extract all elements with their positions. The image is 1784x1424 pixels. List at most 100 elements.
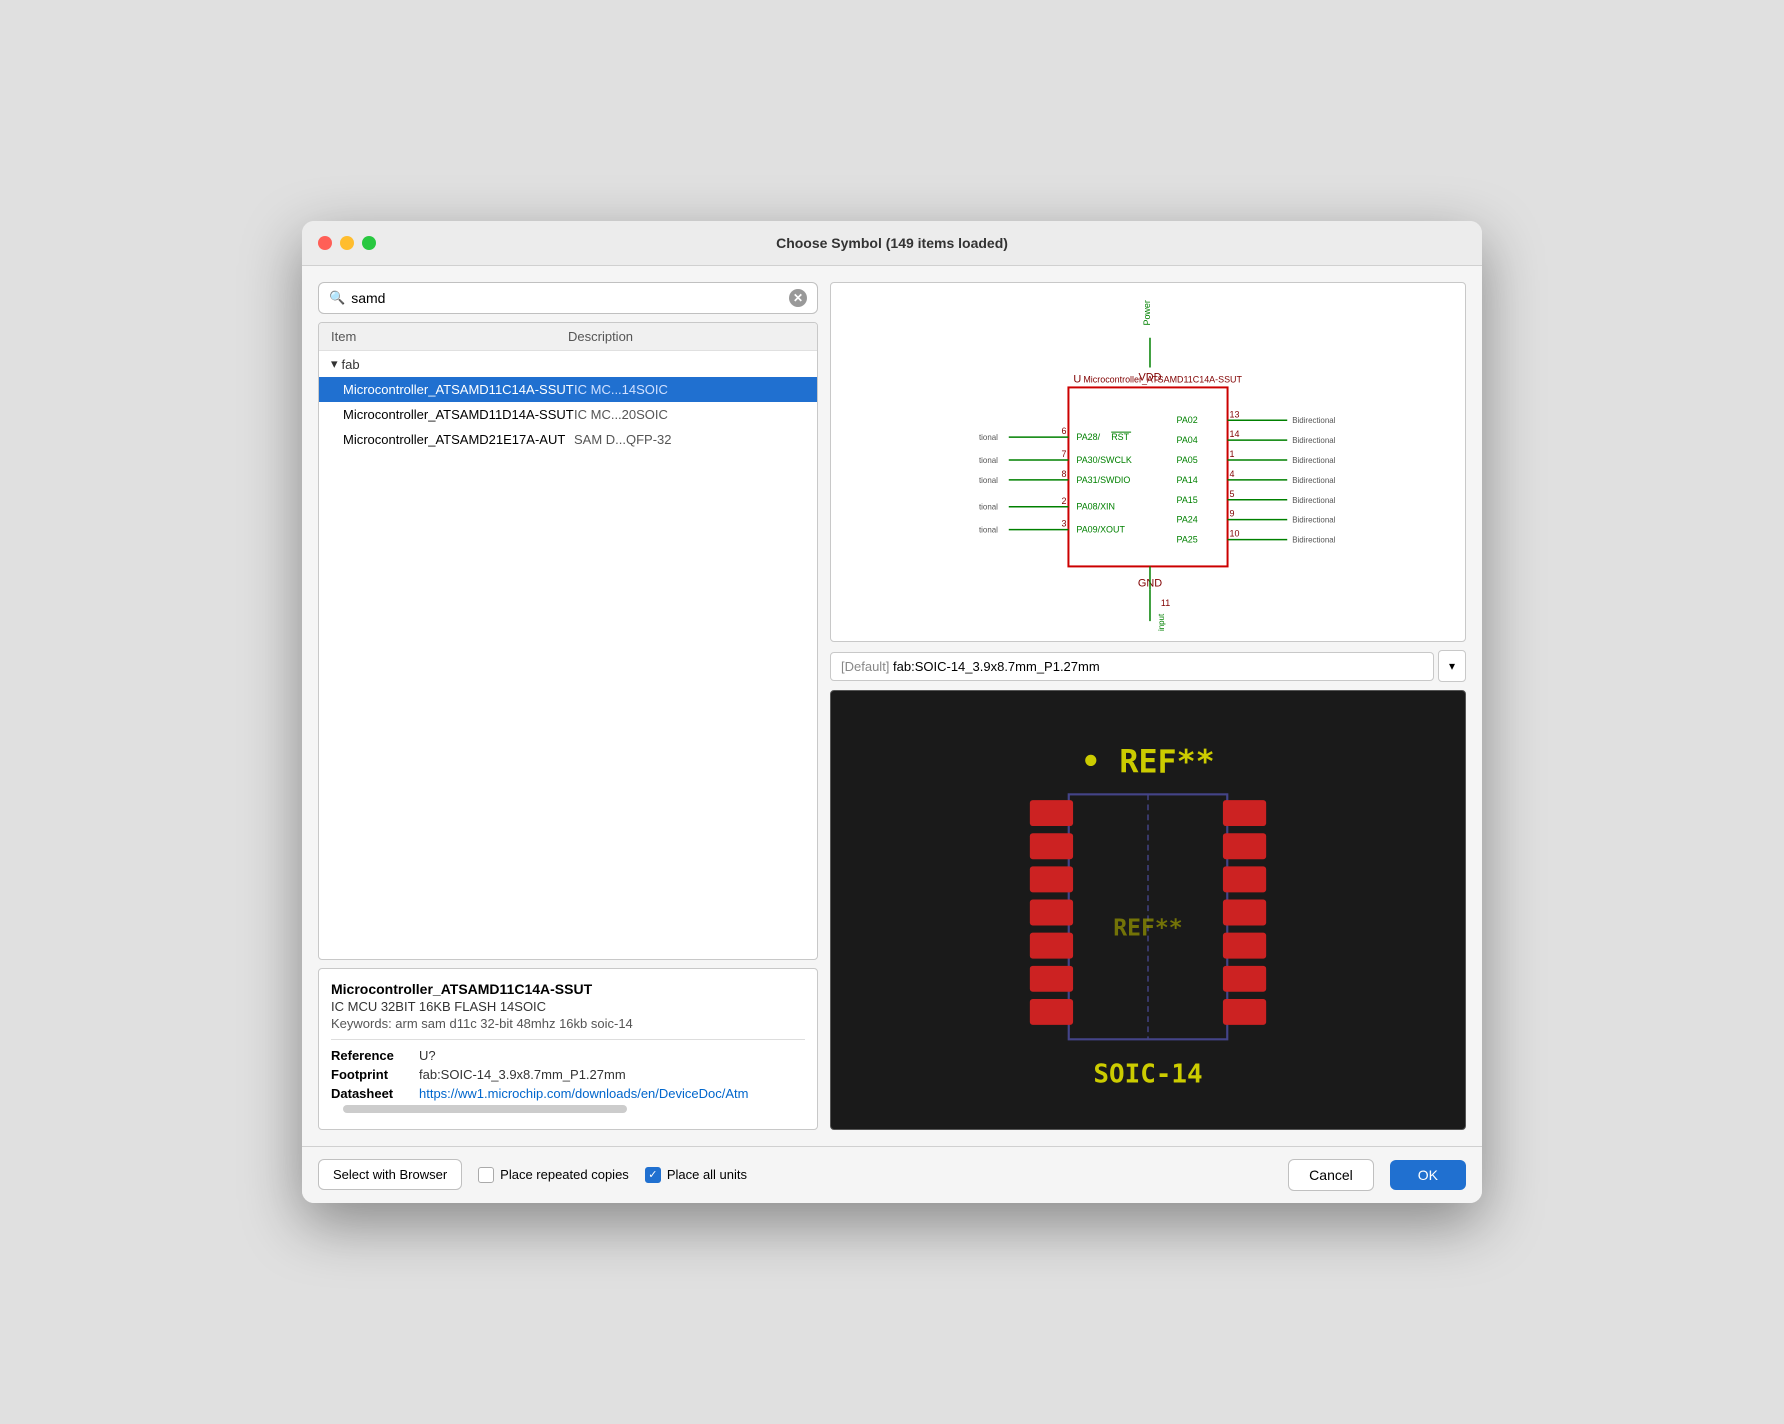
close-button[interactable] xyxy=(318,236,332,250)
right-panel: Power VDD GND 11 input xyxy=(830,282,1466,1129)
place-repeated-label: Place repeated copies xyxy=(500,1167,629,1182)
column-item: Item xyxy=(331,329,568,344)
group-fab: ▾ fab xyxy=(319,351,817,377)
svg-text:Microcontroller_ATSAMD11C14A-S: Microcontroller_ATSAMD11C14A-SSUT xyxy=(1083,375,1242,385)
svg-text:4: 4 xyxy=(1230,469,1235,479)
svg-text:PA14: PA14 xyxy=(1177,475,1198,485)
minimize-button[interactable] xyxy=(340,236,354,250)
datasheet-link[interactable]: https://ww1.microchip.com/downloads/en/D… xyxy=(419,1086,748,1101)
pcb-view: • REF** xyxy=(830,690,1466,1129)
footprint-value: fab:SOIC-14_3.9x8.7mm_P1.27mm xyxy=(419,1067,626,1082)
symbol-list: Item Description ▾ fab Microcontroller_A… xyxy=(318,322,818,959)
svg-text:6: 6 xyxy=(1061,427,1066,437)
left-panel: 🔍 ✕ Item Description ▾ fab Microcontroll… xyxy=(318,282,818,1129)
list-items: ▾ fab Microcontroller_ATSAMD11C14A-SSUT … xyxy=(319,351,817,958)
svg-text:11: 11 xyxy=(1161,599,1170,609)
footprint-label: Footprint xyxy=(331,1067,411,1082)
list-item[interactable]: Microcontroller_ATSAMD11C14A-SSUT IC MC.… xyxy=(319,377,817,402)
svg-text:7: 7 xyxy=(1061,449,1066,459)
svg-text:tional: tional xyxy=(979,433,998,442)
place-repeated-checkbox[interactable] xyxy=(478,1167,494,1183)
ok-button[interactable]: OK xyxy=(1390,1160,1466,1190)
search-input[interactable] xyxy=(351,290,783,306)
svg-text:9: 9 xyxy=(1230,509,1235,519)
datasheet-label: Datasheet xyxy=(331,1086,411,1101)
window-controls xyxy=(318,236,376,250)
svg-text:PA05: PA05 xyxy=(1177,455,1198,465)
info-divider xyxy=(331,1039,805,1040)
footprint-default-label: [Default] xyxy=(841,659,893,674)
svg-text:Bidirectional: Bidirectional xyxy=(1292,417,1335,426)
svg-text:14: 14 xyxy=(1230,429,1240,439)
info-datasheet-row: Datasheet https://ww1.microchip.com/down… xyxy=(331,1086,805,1101)
svg-text:Bidirectional: Bidirectional xyxy=(1292,476,1335,485)
footprint-selector: [Default] fab:SOIC-14_3.9x8.7mm_P1.27mm … xyxy=(830,650,1466,682)
search-bar: 🔍 ✕ xyxy=(318,282,818,314)
maximize-button[interactable] xyxy=(362,236,376,250)
svg-text:3: 3 xyxy=(1061,519,1066,529)
svg-text:tional: tional xyxy=(979,456,998,465)
svg-text:Bidirectional: Bidirectional xyxy=(1292,496,1335,505)
info-title: Microcontroller_ATSAMD11C14A-SSUT xyxy=(331,981,805,997)
info-reference-row: Reference U? xyxy=(331,1048,805,1063)
svg-text:PA31/SWDIO: PA31/SWDIO xyxy=(1076,475,1130,485)
svg-text:Power: Power xyxy=(1142,301,1152,326)
info-keywords: Keywords: arm sam d11c 32-bit 48mhz 16kb… xyxy=(331,1016,805,1031)
svg-text:PA15: PA15 xyxy=(1177,495,1198,505)
svg-text:Bidirectional: Bidirectional xyxy=(1292,456,1335,465)
svg-text:PA24: PA24 xyxy=(1177,515,1198,525)
svg-text:PA02: PA02 xyxy=(1177,416,1198,426)
svg-text:Bidirectional: Bidirectional xyxy=(1292,536,1335,545)
footprint-dropdown[interactable]: [Default] fab:SOIC-14_3.9x8.7mm_P1.27mm xyxy=(830,652,1434,681)
list-header: Item Description xyxy=(319,323,817,351)
svg-text:PA25: PA25 xyxy=(1177,535,1198,545)
pcb-svg: • REF** xyxy=(831,691,1465,1128)
info-panel: Microcontroller_ATSAMD11C14A-SSUT IC MCU… xyxy=(318,968,818,1130)
info-description: IC MCU 32BIT 16KB FLASH 14SOIC xyxy=(331,999,805,1014)
svg-text:10: 10 xyxy=(1230,529,1240,539)
footprint-dropdown-text: [Default] fab:SOIC-14_3.9x8.7mm_P1.27mm xyxy=(841,659,1100,674)
content-area: 🔍 ✕ Item Description ▾ fab Microcontroll… xyxy=(302,266,1482,1145)
svg-text:13: 13 xyxy=(1230,410,1240,420)
footer: Select with Browser Place repeated copie… xyxy=(302,1146,1482,1203)
info-footprint-row: Footprint fab:SOIC-14_3.9x8.7mm_P1.27mm xyxy=(331,1067,805,1082)
schematic-view: Power VDD GND 11 input xyxy=(830,282,1466,642)
schematic-svg: Power VDD GND 11 input xyxy=(831,283,1465,641)
window-title: Choose Symbol (149 items loaded) xyxy=(776,235,1008,251)
pcb-ref-top: • REF** xyxy=(1081,745,1215,781)
svg-text:input: input xyxy=(1157,613,1166,631)
pcb-part-name: SOIC-14 xyxy=(1093,1060,1202,1090)
scroll-indicator xyxy=(343,1105,627,1113)
svg-text:tional: tional xyxy=(979,476,998,485)
group-collapse-icon: ▾ xyxy=(331,356,338,372)
list-item[interactable]: Microcontroller_ATSAMD11D14A-SSUT IC MC.… xyxy=(319,402,817,427)
place-all-checkbox[interactable]: ✓ xyxy=(645,1167,661,1183)
svg-text:2: 2 xyxy=(1061,496,1066,506)
select-browser-button[interactable]: Select with Browser xyxy=(318,1159,462,1190)
cancel-button[interactable]: Cancel xyxy=(1288,1159,1374,1191)
svg-text:8: 8 xyxy=(1061,469,1066,479)
reference-label: Reference xyxy=(331,1048,411,1063)
svg-text:PA08/XIN: PA08/XIN xyxy=(1076,502,1115,512)
column-description: Description xyxy=(568,329,805,344)
svg-text:tional: tional xyxy=(979,526,998,535)
svg-text:5: 5 xyxy=(1230,489,1235,499)
pcb-ref-center: REF** xyxy=(1113,916,1182,942)
place-all-label: Place all units xyxy=(667,1167,747,1182)
place-repeated-group: Place repeated copies xyxy=(478,1167,629,1183)
list-item[interactable]: Microcontroller_ATSAMD21E17A-AUT SAM D..… xyxy=(319,427,817,452)
main-window: Choose Symbol (149 items loaded) 🔍 ✕ Ite… xyxy=(302,221,1482,1202)
svg-text:PA04: PA04 xyxy=(1177,435,1198,445)
svg-text:PA28/: PA28/ xyxy=(1076,432,1100,442)
search-clear-button[interactable]: ✕ xyxy=(789,289,807,307)
reference-value: U? xyxy=(419,1048,436,1063)
svg-text:U: U xyxy=(1073,374,1081,386)
dropdown-arrow-button[interactable]: ▾ xyxy=(1438,650,1466,682)
titlebar: Choose Symbol (149 items loaded) xyxy=(302,221,1482,266)
svg-text:Bidirectional: Bidirectional xyxy=(1292,436,1335,445)
svg-text:Bidirectional: Bidirectional xyxy=(1292,516,1335,525)
search-icon: 🔍 xyxy=(329,290,345,306)
svg-text:RST: RST xyxy=(1111,432,1129,442)
svg-text:PA09/XOUT: PA09/XOUT xyxy=(1076,525,1125,535)
svg-text:PA30/SWCLK: PA30/SWCLK xyxy=(1076,455,1132,465)
